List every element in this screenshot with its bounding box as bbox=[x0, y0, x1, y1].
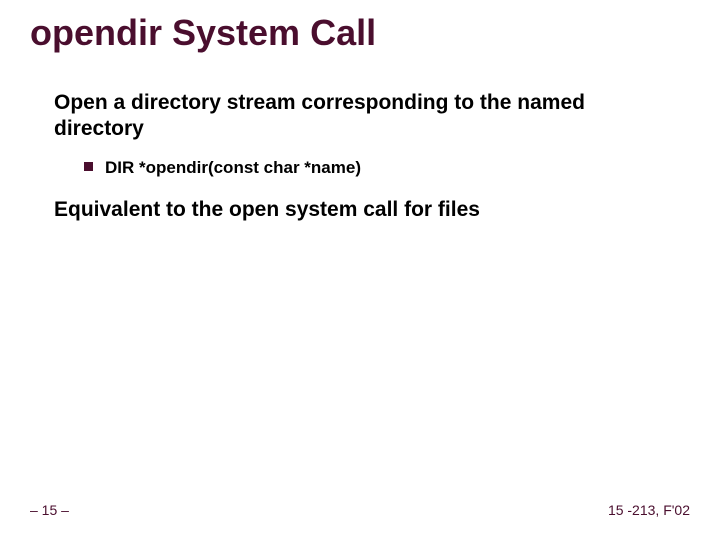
footer-course-tag: 15 -213, F'02 bbox=[608, 502, 690, 518]
slide-title: opendir System Call bbox=[30, 12, 376, 54]
slide-body: Open a directory stream corresponding to… bbox=[30, 90, 680, 237]
body-paragraph-2: Equivalent to the open system call for f… bbox=[30, 197, 680, 223]
square-bullet-icon bbox=[84, 162, 93, 171]
list-item: DIR *opendir(const char *name) bbox=[30, 157, 680, 179]
list-item-label: DIR *opendir(const char *name) bbox=[105, 157, 361, 179]
footer-page-number: – 15 – bbox=[30, 502, 69, 518]
body-paragraph-1: Open a directory stream corresponding to… bbox=[30, 90, 680, 143]
slide: opendir System Call Open a directory str… bbox=[0, 0, 720, 540]
